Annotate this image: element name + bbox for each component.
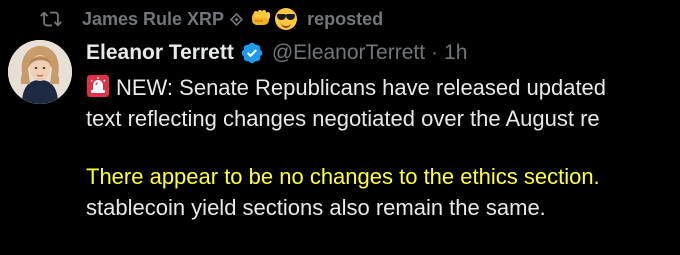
tweet-text-line-4: stablecoin yield sections also remain th…: [86, 195, 546, 220]
repost-user-name[interactable]: James Rule XRP: [82, 9, 224, 30]
repost-label: reposted: [307, 8, 384, 29]
verified-badge-icon[interactable]: [240, 41, 264, 65]
tweet-text-line-1: NEW: Senate Republicans have released up…: [116, 75, 607, 100]
sunglasses-emoji-icon: [275, 8, 298, 30]
diamond-icon: [230, 12, 244, 26]
repost-header: James Rule XRP reposted: [40, 6, 383, 32]
author-handle[interactable]: @EleanorTerrett: [272, 41, 425, 65]
separator-dot: ·: [431, 41, 439, 64]
tweet-line-1: NEW: Senate Republicans have released up…: [86, 72, 680, 103]
tweet-timestamp[interactable]: 1h: [444, 41, 467, 65]
tweet-author-row: Eleanor Terrett @EleanorTerrett · 1h: [86, 38, 467, 68]
tweet-text-line-2: text reflecting changes negotiated over …: [86, 106, 600, 131]
author-display-name[interactable]: Eleanor Terrett: [86, 41, 234, 65]
siren-icon: [86, 74, 110, 98]
tweet[interactable]: James Rule XRP reposted Eleanor Terrett …: [0, 0, 680, 255]
tweet-highlight-line: There appear to be no changes to the eth…: [86, 164, 600, 189]
fist-emoji-icon: [249, 7, 273, 32]
avatar[interactable]: [8, 40, 72, 104]
tweet-text: NEW: Senate Republicans have released up…: [86, 72, 680, 223]
repost-icon: [40, 8, 62, 30]
